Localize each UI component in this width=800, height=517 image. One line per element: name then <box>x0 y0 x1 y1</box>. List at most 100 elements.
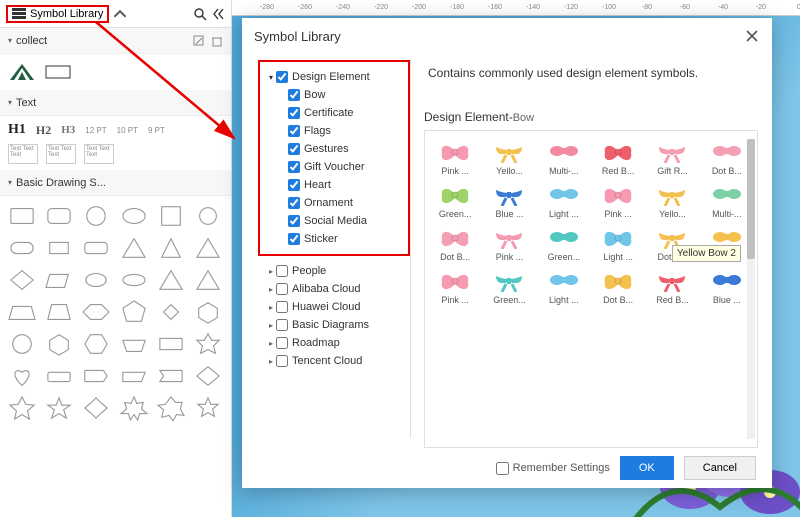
close-icon[interactable] <box>744 28 760 44</box>
checkbox[interactable] <box>288 197 300 209</box>
checkbox[interactable] <box>288 107 300 119</box>
tree-other[interactable]: ▸Roadmap <box>258 334 410 352</box>
checkbox[interactable] <box>288 215 300 227</box>
tree-child[interactable]: Social Media <box>264 212 404 230</box>
shape-item[interactable] <box>155 266 187 294</box>
shape-item[interactable] <box>192 202 224 230</box>
shape-item[interactable] <box>43 266 75 294</box>
checkbox[interactable] <box>288 143 300 155</box>
tree-child[interactable]: Flags <box>264 122 404 140</box>
symbol-thumb[interactable]: Gift R... <box>648 139 696 176</box>
shape-item[interactable] <box>6 298 38 326</box>
shape-item[interactable] <box>118 202 150 230</box>
shape-item[interactable] <box>80 234 112 262</box>
shape-item[interactable] <box>155 298 187 326</box>
collect-triangle-icon[interactable] <box>8 62 36 82</box>
shape-item[interactable] <box>6 330 38 358</box>
shape-item[interactable] <box>192 298 224 326</box>
symbol-thumb[interactable]: Green... <box>431 182 479 219</box>
shape-item[interactable] <box>80 362 112 390</box>
symbol-thumb[interactable]: Dot B... <box>703 139 751 176</box>
shape-item[interactable] <box>118 394 150 422</box>
tree-child[interactable]: Certificate <box>264 104 404 122</box>
ok-button[interactable]: OK <box>620 456 674 480</box>
shape-item[interactable] <box>118 362 150 390</box>
pt10[interactable]: 10 PT <box>117 126 138 135</box>
text-block[interactable]: Text Text Text <box>8 144 38 164</box>
shape-item[interactable] <box>6 234 38 262</box>
checkbox[interactable] <box>288 233 300 245</box>
shape-item[interactable] <box>6 394 38 422</box>
scrollbar-thumb[interactable] <box>747 139 755 259</box>
checkbox[interactable] <box>288 179 300 191</box>
shape-item[interactable] <box>118 234 150 262</box>
checkbox[interactable] <box>276 319 288 331</box>
symbol-thumb[interactable]: Green... <box>485 268 533 305</box>
scrollbar[interactable] <box>747 139 755 439</box>
shape-item[interactable] <box>43 362 75 390</box>
shape-item[interactable] <box>155 394 187 422</box>
tree-other[interactable]: ▸Basic Diagrams <box>258 316 410 334</box>
h3-style[interactable]: H3 <box>61 124 75 136</box>
remember-settings[interactable]: Remember Settings <box>496 462 610 475</box>
checkbox[interactable] <box>276 265 288 277</box>
symbol-thumb[interactable]: Multi-... <box>540 139 588 176</box>
shape-item[interactable] <box>80 330 112 358</box>
symbol-thumb[interactable]: Yello... <box>648 182 696 219</box>
collect-rect-icon[interactable] <box>44 62 72 82</box>
shape-item[interactable] <box>155 234 187 262</box>
tree-other[interactable]: ▸People <box>258 262 410 280</box>
section-collect[interactable]: ▾ collect <box>0 28 231 54</box>
shape-item[interactable] <box>43 202 75 230</box>
shape-item[interactable] <box>192 362 224 390</box>
checkbox[interactable] <box>288 125 300 137</box>
symbol-thumb[interactable]: Pink ... <box>431 139 479 176</box>
shape-item[interactable] <box>80 298 112 326</box>
h1-style[interactable]: H1 <box>8 122 26 138</box>
shape-item[interactable] <box>80 266 112 294</box>
symbol-thumb[interactable]: Light ... <box>540 182 588 219</box>
collapse-icon[interactable] <box>211 7 225 21</box>
symbol-thumb[interactable]: Pink ... <box>431 268 479 305</box>
shape-item[interactable] <box>118 298 150 326</box>
shape-item[interactable] <box>155 330 187 358</box>
tree-other[interactable]: ▸Tencent Cloud <box>258 352 410 370</box>
shape-item[interactable] <box>192 234 224 262</box>
checkbox[interactable] <box>276 283 288 295</box>
cancel-button[interactable]: Cancel <box>684 456 756 480</box>
tree-child[interactable]: Heart <box>264 176 404 194</box>
symbol-thumb[interactable]: Multi-... <box>703 182 751 219</box>
section-shapes[interactable]: ▾ Basic Drawing S... <box>0 170 231 196</box>
shape-item[interactable] <box>192 394 224 422</box>
remember-checkbox[interactable] <box>496 462 509 475</box>
symbol-thumb[interactable]: Green... <box>540 225 588 262</box>
tree-other[interactable]: ▸Alibaba Cloud <box>258 280 410 298</box>
shape-item[interactable] <box>192 330 224 358</box>
shape-item[interactable] <box>43 330 75 358</box>
text-block[interactable]: Text Text Text <box>46 144 76 164</box>
symbol-thumb[interactable]: Dot B... <box>594 268 642 305</box>
symbol-thumb[interactable]: Pink ... <box>485 225 533 262</box>
chevron-up-icon[interactable] <box>113 7 127 21</box>
search-icon[interactable] <box>193 7 207 21</box>
shape-item[interactable] <box>80 202 112 230</box>
shape-item[interactable] <box>6 362 38 390</box>
shape-item[interactable] <box>192 266 224 294</box>
shape-item[interactable] <box>43 394 75 422</box>
pt9[interactable]: 9 PT <box>148 126 165 135</box>
shape-item[interactable] <box>80 394 112 422</box>
checkbox[interactable] <box>276 71 288 83</box>
h2-style[interactable]: H2 <box>36 123 51 138</box>
checkbox[interactable] <box>276 301 288 313</box>
symbol-thumb[interactable]: Dot B... <box>431 225 479 262</box>
symbol-thumb[interactable]: Blue ... <box>703 268 751 305</box>
shape-item[interactable] <box>6 202 38 230</box>
symbol-thumb[interactable]: Light ... <box>540 268 588 305</box>
symbol-thumb[interactable]: Yello... <box>485 139 533 176</box>
checkbox[interactable] <box>288 161 300 173</box>
shape-item[interactable] <box>155 202 187 230</box>
shape-item[interactable] <box>155 362 187 390</box>
checkbox[interactable] <box>276 355 288 367</box>
symbol-thumb[interactable]: Red B... <box>648 268 696 305</box>
tree-child[interactable]: Bow <box>264 86 404 104</box>
